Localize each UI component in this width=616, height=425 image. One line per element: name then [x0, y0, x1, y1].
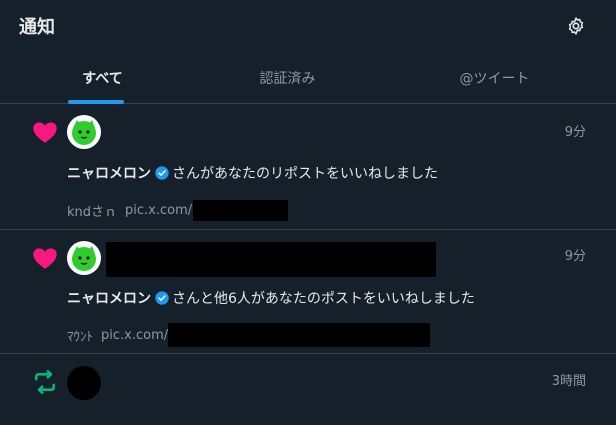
- preview-text: kndさｎ: [67, 205, 118, 220]
- avatar[interactable]: [67, 241, 101, 275]
- heart-icon: [33, 248, 57, 269]
- timestamp: 3時間: [551, 374, 586, 389]
- timestamp: 9分: [564, 249, 586, 264]
- tab-all[interactable]: すべて: [0, 52, 205, 104]
- preview-text: ﾏｳﾝﾄ: [67, 329, 93, 345]
- post-preview[interactable]: ﾏｳﾝﾄ pic.x.com/: [67, 323, 431, 347]
- redacted-block: [193, 200, 289, 221]
- tab-bar: すべて 認証済み @ツイート: [0, 52, 616, 104]
- notification-item[interactable]: 3時間: [0, 355, 616, 425]
- notification-text: ニャロメロン さんがあなたのリポストをいいねしました: [67, 163, 438, 183]
- avatar-image: [72, 120, 96, 145]
- timestamp: 9分: [564, 125, 586, 140]
- notification-text: ニャロメロン さんと他6人があなたのポストをいいねしました: [67, 288, 475, 308]
- heart-icon: [33, 122, 57, 143]
- post-preview[interactable]: kndさｎ pic.x.com/: [67, 200, 289, 221]
- tab-mentions[interactable]: @ツイート: [392, 52, 597, 104]
- notification-item[interactable]: 9分 ニャロメロン さんと他6人があなたのポストをいいねしました ﾏｳﾝﾄ pi…: [0, 231, 616, 354]
- header: 通知: [0, 0, 616, 52]
- active-tab-indicator: [68, 100, 124, 104]
- notification-item[interactable]: 9分 ニャロメロン さんがあなたのリポストをいいねしました kndさｎ pic.…: [0, 105, 616, 230]
- avatar[interactable]: [67, 366, 101, 400]
- preview-link[interactable]: pic.x.com/: [101, 328, 168, 343]
- verified-badge-icon: [155, 291, 169, 305]
- redacted-block: [168, 323, 431, 347]
- verified-badge-icon: [155, 166, 169, 180]
- gear-icon[interactable]: [566, 16, 586, 36]
- page-title: 通知: [19, 17, 55, 38]
- avatar[interactable]: [67, 115, 101, 149]
- avatar-image: [72, 246, 96, 271]
- action-text: さんがあなたのリポストをいいねしました: [172, 166, 438, 182]
- user-name[interactable]: ニャロメロン: [67, 163, 151, 183]
- preview-link[interactable]: pic.x.com/: [125, 203, 192, 218]
- tab-verified[interactable]: 認証済み: [185, 52, 390, 104]
- user-name[interactable]: ニャロメロン: [67, 288, 151, 308]
- action-text: さんと他6人があなたのポストをいいねしました: [172, 291, 475, 307]
- repost-icon: [34, 369, 56, 395]
- redacted-block: [106, 242, 436, 277]
